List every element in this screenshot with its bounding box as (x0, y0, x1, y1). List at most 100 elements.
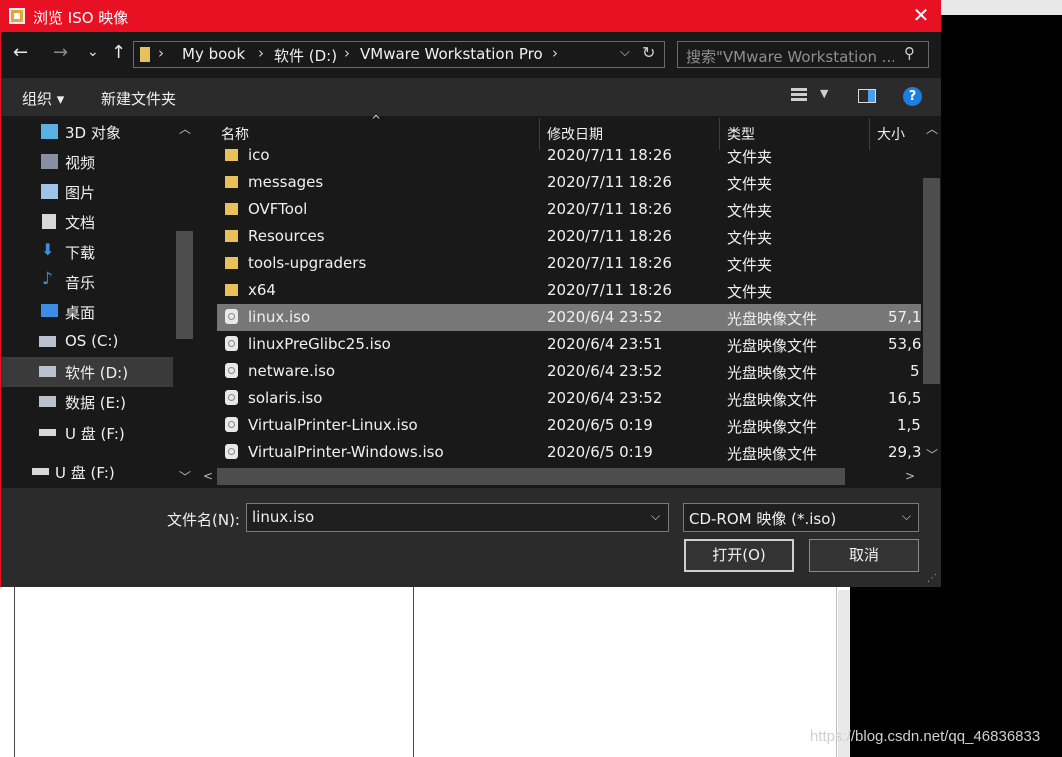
filename-input[interactable]: linux.iso ⌵ (246, 503, 669, 532)
sidebar-item-3d-objects[interactable]: 3D 对象 (1, 117, 173, 147)
disc-image-icon (225, 444, 238, 459)
chevron-down-icon[interactable]: ⌵ (620, 45, 630, 60)
disc-image-icon (225, 336, 238, 351)
sidebar-item-downloads[interactable]: ⬇ 下载 (1, 237, 173, 267)
help-icon[interactable]: ? (903, 87, 922, 106)
file-date: 2020/6/4 23:52 (547, 308, 663, 326)
sidebar-item-drive-e[interactable]: 数据 (E:) (1, 387, 173, 417)
file-date: 2020/6/4 23:52 (547, 362, 663, 380)
breadcrumb-separator[interactable]: › (258, 44, 264, 62)
filetype-value[interactable]: CD-ROM 映像 (*.iso) (689, 508, 836, 529)
file-date: 2020/7/11 18:26 (547, 146, 672, 164)
sidebar-item-usb-f-root[interactable]: U 盘 (F:) (1, 457, 173, 487)
file-type: 光盘映像文件 (727, 445, 818, 463)
new-folder-button[interactable]: 新建文件夹 (101, 88, 176, 109)
open-button[interactable]: 打开(O) (684, 539, 794, 572)
sidebar-item-label: 文档 (65, 214, 96, 232)
sidebar-item-music[interactable]: ♪ 音乐 (1, 267, 173, 297)
resize-grip-icon[interactable]: ⋰ (927, 573, 937, 584)
view-options-icon[interactable] (791, 88, 807, 104)
file-date: 2020/6/4 23:51 (547, 335, 663, 353)
downloads-icon: ⬇ (41, 240, 55, 259)
column-header-size[interactable]: 大小 (877, 124, 905, 144)
column-header-type[interactable]: 类型 (727, 124, 755, 144)
breadcrumb-vmware[interactable]: VMware Workstation Pro (360, 45, 543, 63)
file-row[interactable]: ico 2020/7/11 18:26 文件夹 (217, 142, 921, 169)
navigation-scrollbar-thumb[interactable] (176, 231, 193, 339)
bottom-bar: 文件名(N): linux.iso ⌵ CD-ROM 映像 (*.iso) ⌵ … (1, 488, 941, 587)
file-date: 2020/7/11 18:26 (547, 227, 672, 245)
video-icon (41, 154, 58, 169)
column-header-name[interactable]: 名称 (221, 124, 249, 144)
filename-label: 文件名(N): (167, 511, 240, 529)
file-row-selected[interactable]: linux.iso 2020/6/4 23:52 光盘映像文件 57,1 (217, 304, 921, 331)
chevron-down-icon[interactable]: ▼ (820, 87, 828, 100)
cancel-button[interactable]: 取消 (809, 539, 919, 572)
filename-value[interactable]: linux.iso (252, 508, 314, 526)
file-row[interactable]: VirtualPrinter-Windows.iso 2020/6/5 0:19… (217, 439, 921, 466)
sidebar-item-desktop[interactable]: 桌面 (1, 297, 173, 327)
preview-pane-icon[interactable] (858, 89, 876, 103)
title-bar[interactable]: 浏览 ISO 映像 ✕ (1, 1, 941, 32)
sidebar-item-usb-f[interactable]: U 盘 (F:) (1, 418, 173, 448)
chevron-down-icon[interactable]: ⌵ (651, 509, 660, 524)
column-header-date[interactable]: 修改日期 (547, 124, 603, 144)
file-row[interactable]: linuxPreGlibc25.iso 2020/6/4 23:51 光盘映像文… (217, 331, 921, 358)
file-row[interactable]: VirtualPrinter-Linux.iso 2020/6/5 0:19 光… (217, 412, 921, 439)
sidebar-item-documents[interactable]: 文档 (1, 207, 173, 237)
recent-locations-button[interactable]: ⌄ (87, 44, 99, 60)
chevron-down-icon[interactable]: ⌵ (902, 509, 911, 524)
breadcrumb-drive-d[interactable]: 软件 (D:) (274, 45, 337, 66)
breadcrumb-separator[interactable]: › (158, 44, 164, 62)
file-date: 2020/7/11 18:26 (547, 254, 672, 272)
scroll-up-icon[interactable]: ︿ (179, 120, 191, 137)
file-type: 文件夹 (727, 229, 773, 247)
horizontal-scrollbar-thumb[interactable] (217, 468, 845, 485)
file-size: 53,6 (888, 335, 921, 353)
sidebar-item-video[interactable]: 视频 (1, 147, 173, 177)
scroll-left-icon[interactable]: < (203, 469, 213, 483)
sidebar-item-label: 音乐 (65, 274, 96, 292)
watermark: https://blog.csdn.net/qq_46836833 (810, 728, 1041, 745)
sort-ascending-icon: ^ (371, 113, 382, 127)
address-bar[interactable]: › My book › 软件 (D:) › VMware Workstation… (133, 41, 665, 68)
refresh-icon[interactable]: ↻ (642, 43, 655, 62)
scroll-right-icon[interactable]: > (905, 469, 915, 483)
scroll-down-icon[interactable]: ﹀ (926, 446, 938, 463)
close-button[interactable]: ✕ (906, 2, 936, 31)
breadcrumb-separator[interactable]: › (344, 44, 350, 62)
sidebar-item-label: 3D 对象 (65, 124, 121, 142)
back-button[interactable]: ← (13, 42, 28, 63)
file-type: 文件夹 (727, 202, 773, 220)
browse-iso-dialog: 浏览 ISO 映像 ✕ ← → ⌄ ↑ › My book › 软件 (D:) … (0, 0, 941, 587)
search-box[interactable]: 搜索"VMware Workstation ... ⚲ (677, 41, 929, 68)
search-input[interactable]: 搜索"VMware Workstation ... (686, 46, 894, 67)
background-divider (413, 587, 414, 757)
file-row[interactable]: Resources 2020/7/11 18:26 文件夹 (217, 223, 921, 250)
scroll-up-icon[interactable]: ︿ (926, 120, 938, 137)
file-row[interactable]: OVFTool 2020/7/11 18:26 文件夹 (217, 196, 921, 223)
disc-image-icon (225, 363, 238, 378)
file-type: 光盘映像文件 (727, 310, 818, 328)
file-name: solaris.iso (248, 389, 323, 407)
file-row[interactable]: messages 2020/7/11 18:26 文件夹 (217, 169, 921, 196)
sidebar-item-label: 图片 (65, 184, 96, 202)
file-row[interactable]: netware.iso 2020/6/4 23:52 光盘映像文件 5 (217, 358, 921, 385)
organize-menu[interactable]: 组织 ▾ (22, 88, 64, 109)
forward-button[interactable]: → (53, 42, 68, 63)
vertical-scrollbar-thumb[interactable] (923, 178, 940, 384)
file-row[interactable]: tools-upgraders 2020/7/11 18:26 文件夹 (217, 250, 921, 277)
breadcrumb-separator[interactable]: › (552, 44, 558, 62)
scroll-down-icon[interactable]: ﹀ (179, 468, 191, 485)
breadcrumb-my-book[interactable]: My book (182, 45, 245, 63)
drive-icon (39, 336, 56, 347)
sidebar-item-drive-d[interactable]: 软件 (D:) (1, 357, 173, 387)
sidebar-item-drive-c[interactable]: OS (C:) (1, 327, 173, 357)
file-name: tools-upgraders (248, 254, 367, 272)
file-row[interactable]: solaris.iso 2020/6/4 23:52 光盘映像文件 16,5 (217, 385, 921, 412)
filetype-select[interactable]: CD-ROM 映像 (*.iso) ⌵ (683, 503, 919, 532)
file-row[interactable]: x64 2020/7/11 18:26 文件夹 (217, 277, 921, 304)
up-button[interactable]: ↑ (111, 42, 126, 63)
sidebar-item-pictures[interactable]: 图片 (1, 177, 173, 207)
folder-icon (225, 257, 238, 269)
